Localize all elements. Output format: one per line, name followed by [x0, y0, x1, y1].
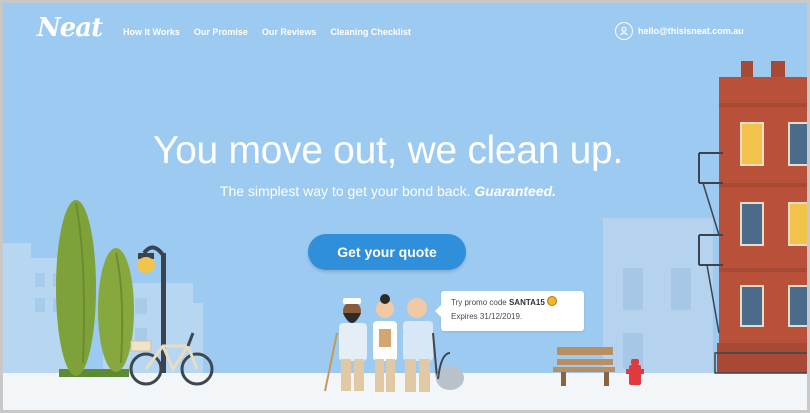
- promo-line-1: Try promo code SANTA15: [451, 296, 574, 310]
- hero-subline-text: The simplest way to get your bond back.: [219, 183, 471, 199]
- brick-building: [698, 61, 807, 374]
- neat-logo[interactable]: Neat: [37, 13, 103, 43]
- hero-subline-emphasis: Guaranteed.: [474, 183, 557, 199]
- background-building-right: [603, 218, 713, 373]
- promo-expiry: Expires 31/12/2019.: [451, 312, 523, 321]
- hero-headline: You move out, we clean up.: [153, 129, 623, 172]
- main-nav: How It Works Our Promise Our Reviews Cle…: [123, 27, 411, 37]
- nav-link-our-promise[interactable]: Our Promise: [194, 27, 248, 37]
- nav-link-our-reviews[interactable]: Our Reviews: [262, 27, 317, 37]
- page-frame: Neat How It Works Our Promise Our Review…: [0, 0, 810, 413]
- hero-subline: The simplest way to get your bond back. …: [3, 183, 773, 199]
- nav-link-cleaning-checklist[interactable]: Cleaning Checklist: [330, 27, 411, 37]
- contact-email-link[interactable]: hello@thisisneat.com.au: [615, 22, 744, 40]
- hero-illustration: [3, 61, 807, 392]
- user-circle-icon: [615, 22, 633, 40]
- nav-link-how-it-works[interactable]: How It Works: [123, 27, 180, 37]
- contact-email: hello@thisisneat.com.au: [638, 26, 744, 36]
- promo-bubble: Try promo code SANTA15 Expires 31/12/201…: [435, 291, 584, 331]
- trees: [56, 200, 134, 377]
- get-quote-button[interactable]: Get your quote: [308, 234, 466, 270]
- grinning-emoji-icon: [547, 296, 558, 306]
- promo-prefix: Try promo code: [451, 298, 507, 307]
- promo-code: SANTA15: [508, 298, 545, 307]
